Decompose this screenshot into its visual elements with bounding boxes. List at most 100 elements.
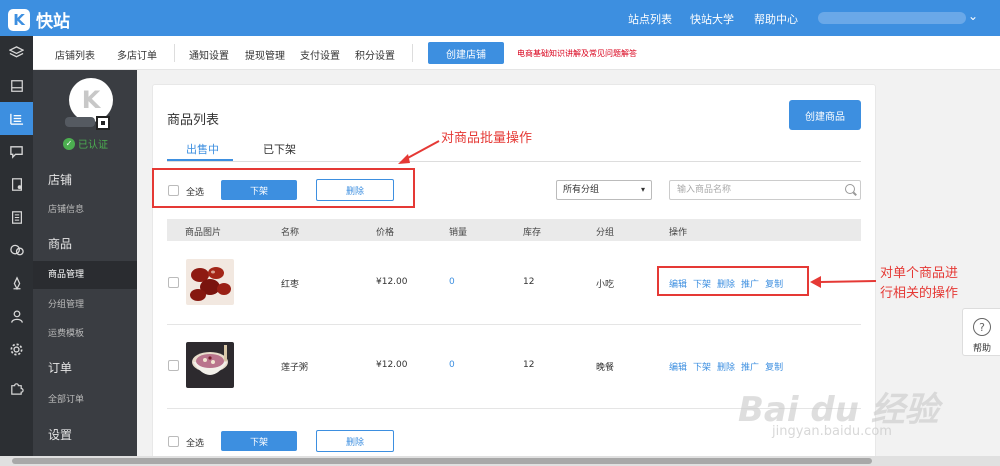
question-icon: ? [973, 318, 991, 336]
sidebar-item-store-info[interactable]: 店铺信息 [33, 196, 137, 224]
top-bar: K 快站 站点列表 快站大学 帮助中心 ⌄ [0, 0, 1000, 36]
app-logo[interactable]: K 快站 [8, 7, 70, 32]
copy-link[interactable]: 复制 [765, 360, 783, 373]
select-all-checkbox-bottom[interactable] [168, 436, 179, 447]
chevron-down-icon: ▾ [640, 185, 645, 194]
app-name: 快站 [36, 12, 70, 32]
search-icon[interactable] [845, 184, 855, 194]
product-sales: 0 [449, 277, 455, 287]
rocket-icon[interactable] [0, 267, 33, 300]
subnav-payment-settings[interactable]: 支付设置 [300, 47, 340, 62]
help-label: 帮助 [973, 344, 992, 354]
column-header: 商品图片 [185, 228, 222, 238]
sidebar: K ✓ 已认证 店铺 店铺信息 商品 商品管理 分组管理 运费模板 订单 全部订… [33, 70, 137, 466]
product-list-icon[interactable] [0, 102, 33, 135]
product-search-input[interactable]: 输入商品名称 [669, 180, 861, 200]
store-icon[interactable] [0, 69, 33, 102]
sidebar-item-group-manage[interactable]: 分组管理 [33, 291, 137, 319]
divider [412, 44, 413, 62]
group-filter-select[interactable]: 所有分组 ▾ [556, 180, 652, 200]
row-actions-highlight [657, 266, 809, 296]
annotation-arrow [398, 140, 440, 164]
page-title: 商品列表 [167, 113, 220, 128]
create-store-button[interactable]: 创建店铺 [428, 42, 504, 64]
column-header: 操作 [669, 228, 688, 238]
tab-on-sale[interactable]: 出售中 [186, 141, 219, 157]
sidebar-item-product-manage[interactable]: 商品管理 [33, 261, 137, 289]
sidebar-section-product: 商品 [48, 237, 73, 251]
watermark-url: jingyan.baidu.com [772, 424, 892, 439]
subnav-withdraw-manage[interactable]: 提现管理 [245, 47, 285, 62]
product-stock: 12 [523, 277, 535, 287]
product-stock: 12 [523, 360, 535, 370]
product-group: 晚餐 [596, 363, 615, 373]
off-shelf-link[interactable]: 下架 [693, 360, 711, 373]
row-checkbox[interactable] [168, 360, 179, 371]
annotation-arrow [810, 276, 877, 288]
sidebar-item-all-orders[interactable]: 全部订单 [33, 386, 137, 414]
single-annotation-line2: 行相关的操作 [880, 286, 959, 301]
column-header: 分组 [596, 228, 615, 238]
subnav-notification-settings[interactable]: 通知设置 [189, 47, 229, 62]
icon-rail [0, 36, 33, 466]
table-header: 商品图片 名称 价格 销量 库存 分组 操作 [167, 219, 861, 241]
row-checkbox[interactable] [168, 277, 179, 288]
logo-mark-icon: K [8, 8, 30, 31]
nav-help-center[interactable]: 帮助中心 [754, 11, 798, 27]
chevron-down-icon[interactable]: ⌄ [968, 9, 978, 23]
sidebar-section-store: 店铺 [48, 173, 73, 187]
plugin-icon[interactable] [0, 372, 33, 405]
order-icon[interactable] [0, 168, 33, 201]
tab-divider [167, 161, 861, 162]
product-name: 莲子粥 [281, 363, 309, 373]
product-group: 小吃 [596, 280, 615, 290]
sidebar-section-settings: 设置 [48, 428, 73, 442]
sidebar-item-shipping-template[interactable]: 运费模板 [33, 320, 137, 348]
subnav-store-list[interactable]: 店铺列表 [55, 47, 95, 62]
nav-university[interactable]: 快站大学 [690, 11, 734, 27]
sidebar-section-order: 订单 [48, 361, 73, 375]
promote-link[interactable]: 推广 [741, 360, 759, 373]
scrollbar-thumb[interactable] [12, 458, 872, 464]
store-name [65, 117, 95, 127]
document-icon[interactable] [0, 201, 33, 234]
product-price: ¥12.00 [376, 360, 408, 370]
batch-delete-button-bottom[interactable]: 删除 [316, 430, 394, 452]
help-button[interactable]: ? 帮助 [962, 308, 1000, 356]
horizontal-scrollbar[interactable] [0, 456, 1000, 466]
message-icon[interactable] [0, 135, 33, 168]
column-header: 库存 [523, 228, 542, 238]
user-account-menu[interactable] [818, 12, 966, 24]
create-product-button[interactable]: 创建商品 [789, 100, 861, 130]
chat-bubbles-icon[interactable] [0, 234, 33, 267]
avatar-letter: K [81, 86, 101, 114]
row-actions: 编辑 下架 删除 推广 复制 [669, 360, 783, 373]
product-image-jujube[interactable] [186, 259, 234, 305]
user-icon[interactable] [0, 300, 33, 333]
batch-off-shelf-button-bottom[interactable]: 下架 [221, 431, 297, 451]
column-header: 销量 [449, 228, 468, 238]
column-header: 名称 [281, 228, 300, 238]
verified-label: 已认证 [78, 140, 108, 151]
edit-link[interactable]: 编辑 [669, 360, 687, 373]
divider [174, 44, 175, 62]
single-annotation-line1: 对单个商品进 [880, 266, 959, 281]
row-divider [167, 324, 861, 325]
product-sales: 0 [449, 360, 455, 370]
batch-annotation: 对商品批量操作 [441, 131, 533, 146]
group-filter-value: 所有分组 [563, 185, 600, 195]
select-all-label: 全选 [186, 439, 205, 449]
tab-off-shelf[interactable]: 已下架 [263, 141, 296, 157]
subnav-points-settings[interactable]: 积分设置 [355, 47, 395, 62]
qr-code-icon[interactable] [96, 116, 110, 130]
product-name: 红枣 [281, 280, 300, 290]
product-image-lotus-porridge[interactable] [186, 342, 234, 388]
layers-icon[interactable] [0, 36, 33, 69]
ecommerce-faq-link[interactable]: 电商基础知识讲解及常见问题解答 [517, 48, 637, 59]
batch-actions-highlight [152, 168, 415, 208]
gear-icon[interactable] [0, 333, 33, 366]
subnav-multi-store-orders[interactable]: 多店订单 [117, 47, 157, 62]
nav-site-list[interactable]: 站点列表 [628, 11, 672, 27]
verified-badge: ✓ 已认证 [63, 136, 108, 151]
delete-link[interactable]: 删除 [717, 360, 735, 373]
